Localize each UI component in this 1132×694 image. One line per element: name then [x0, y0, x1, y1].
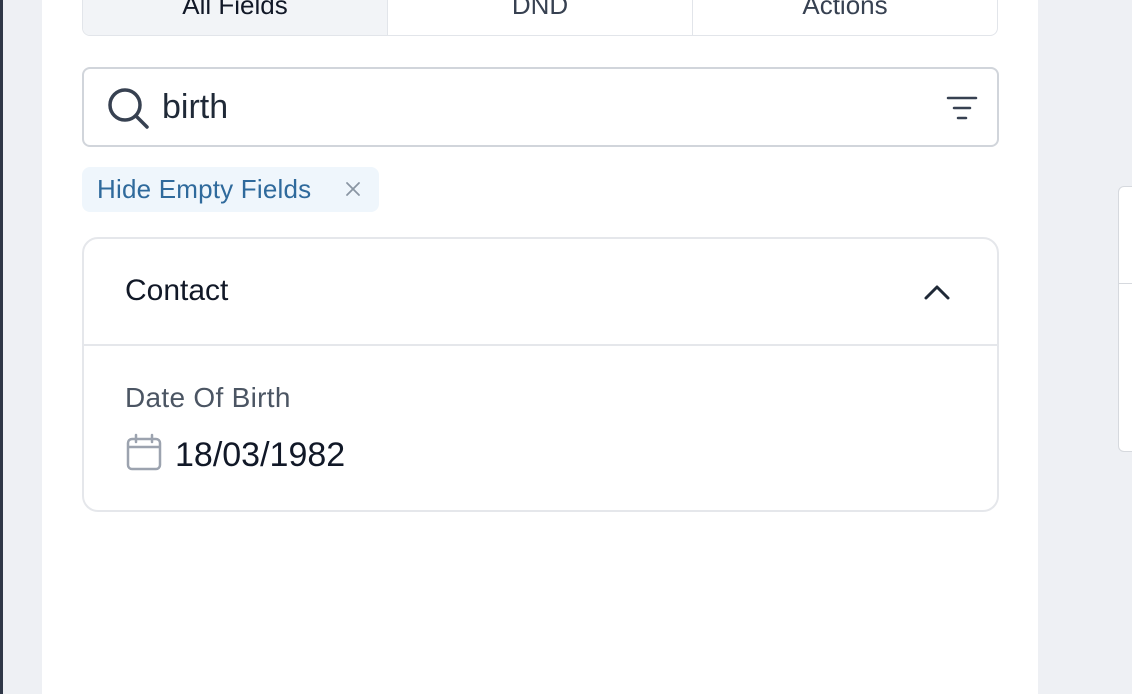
search-input[interactable]	[162, 81, 922, 133]
section-header[interactable]: Contact	[84, 239, 997, 346]
tab-all-fields[interactable]: All Fields	[83, 0, 387, 35]
section-card-contact: Contact Date Of Birth 18/03/1982	[82, 237, 999, 512]
search-icon	[108, 88, 149, 129]
close-icon[interactable]	[345, 181, 361, 197]
search-box	[82, 67, 999, 147]
field-value-date-of-birth[interactable]: 18/03/1982	[175, 436, 345, 475]
calendar-icon	[126, 433, 162, 471]
filter-icon[interactable]	[946, 95, 978, 121]
tab-actions[interactable]: Actions	[692, 0, 997, 35]
filter-chip-label: Hide Empty Fields	[97, 174, 312, 204]
side-panel-edge	[1118, 186, 1132, 452]
side-panel-divider	[1119, 283, 1132, 284]
section-title: Contact	[125, 274, 229, 307]
tab-bar: All Fields DND Actions	[82, 0, 998, 36]
window-left-edge	[0, 0, 3, 694]
filter-chip-hide-empty: Hide Empty Fields	[82, 167, 379, 212]
tab-dnd[interactable]: DND	[387, 0, 692, 35]
chevron-up-icon[interactable]	[922, 282, 952, 302]
field-label-date-of-birth: Date Of Birth	[125, 382, 291, 413]
